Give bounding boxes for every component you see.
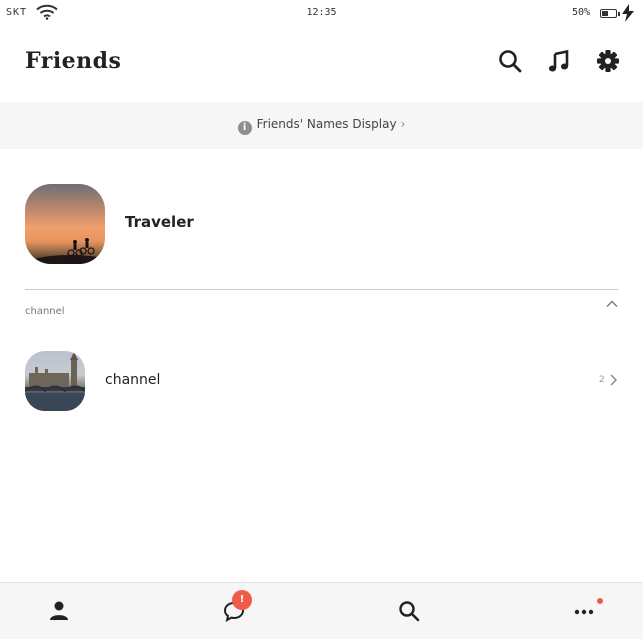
battery-fill [602, 11, 608, 16]
names-display-bar[interactable]: i Friends' Names Display › [0, 102, 643, 149]
music-icon[interactable] [546, 48, 572, 74]
search-icon[interactable] [497, 48, 523, 74]
chats-badge: ! [232, 590, 252, 610]
profile-avatar[interactable] [25, 184, 105, 264]
section-divider [25, 289, 618, 290]
settings-icon[interactable] [595, 48, 621, 74]
status-time: 12:35 [306, 7, 337, 18]
chevron-right-icon: › [400, 117, 406, 131]
channel-name: channel [105, 372, 161, 388]
channel-count: 2 [599, 375, 605, 385]
battery-icon [600, 9, 620, 18]
bottom-tab-bar [0, 582, 643, 639]
more-notification-dot [597, 598, 603, 604]
channel-list-item[interactable]: channel 2 [0, 346, 643, 416]
names-display-label: Friends' Names Display [256, 117, 397, 131]
battery-percent: 50% [572, 7, 591, 18]
chevron-up-icon[interactable] [604, 296, 620, 312]
city-bridge-image [25, 352, 85, 411]
sunset-cyclists-image [25, 238, 105, 264]
status-bar: SKT 12:35 50% [0, 0, 643, 28]
person-icon[interactable] [47, 599, 71, 623]
more-icon[interactable] [572, 599, 596, 623]
page-title: Friends [25, 48, 122, 74]
header: Friends [0, 28, 643, 102]
chevron-right-icon [610, 374, 617, 386]
search-tab-icon[interactable] [397, 599, 421, 623]
channel-avatar [25, 351, 85, 411]
channel-section-label: channel [25, 306, 65, 317]
info-icon: i [237, 121, 252, 135]
my-profile-row[interactable]: Traveler [0, 170, 643, 278]
profile-name: Traveler [125, 213, 194, 231]
charging-icon [622, 4, 634, 22]
